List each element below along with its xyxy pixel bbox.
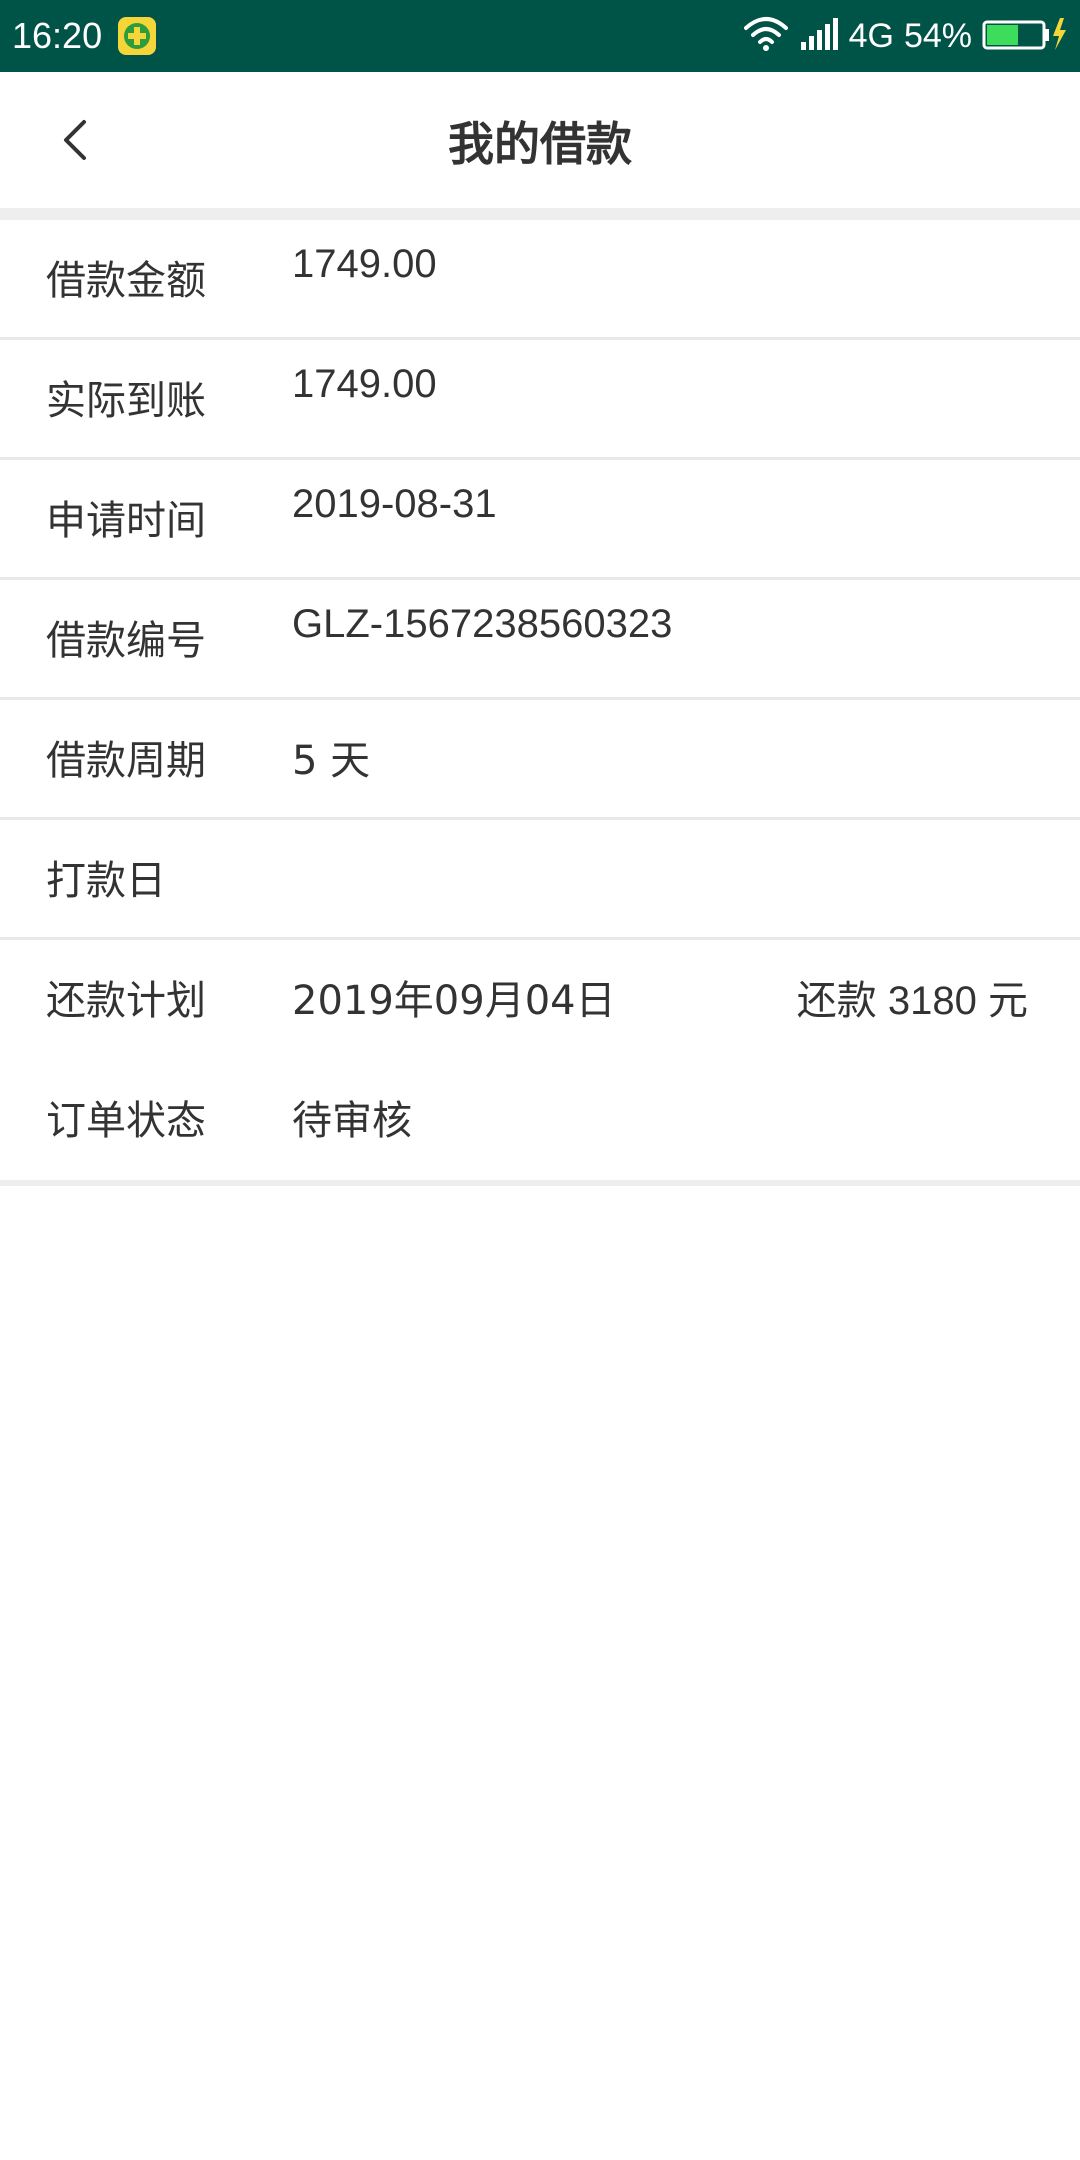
header-divider [0, 208, 1080, 220]
row-value: 1749.00 [292, 362, 437, 406]
row-label: 借款周期 [46, 738, 206, 784]
detail-row-repayment-plan: 还款计划 2019年09月04日 还款 3180 元 [0, 940, 1080, 1060]
status-indicators: 4G 54% [743, 16, 1068, 56]
status-badge: 待审核 [292, 1098, 412, 1144]
detail-row-order-status: 订单状态 待审核 [0, 1060, 1080, 1180]
detail-row-loan-number: 借款编号 GLZ-1567238560323 [0, 580, 1080, 700]
status-time: 16:20 [12, 15, 103, 56]
status-bar: 16:20 4G 54% [0, 0, 1080, 72]
detail-row-loan-period: 借款周期 5 天 [0, 700, 1080, 820]
row-label: 借款金额 [46, 258, 206, 304]
wifi-icon [743, 16, 789, 56]
app-notification-icon [118, 17, 157, 55]
repayment-amount: 还款 3180 元 [796, 979, 1028, 1023]
signal-icon [799, 16, 839, 56]
loan-detail-list: 借款金额 1749.00 实际到账 1749.00 申请时间 2019-08-3… [0, 220, 1080, 1186]
row-value: GLZ-1567238560323 [292, 602, 673, 646]
row-label: 打款日 [46, 858, 166, 904]
row-value: 1749.00 [292, 242, 437, 286]
detail-row-payment-date: 打款日 [0, 820, 1080, 940]
row-value: 2019-08-31 [292, 482, 497, 526]
row-label: 实际到账 [46, 378, 206, 424]
app-header: 我的借款 [0, 72, 1080, 208]
row-label: 申请时间 [46, 498, 206, 544]
row-label: 还款计划 [46, 978, 206, 1024]
row-label: 订单状态 [46, 1098, 206, 1144]
row-value: 2019年09月04日 [292, 978, 616, 1024]
detail-row-actual-received: 实际到账 1749.00 [0, 340, 1080, 460]
page-title: 我的借款 [448, 117, 632, 171]
battery-charging-icon [982, 16, 1068, 56]
battery-percent: 54% [903, 16, 972, 55]
list-bottom-divider [0, 1180, 1080, 1186]
network-type: 4G [848, 16, 894, 55]
detail-row-apply-time: 申请时间 2019-08-31 [0, 460, 1080, 580]
detail-row-loan-amount: 借款金额 1749.00 [0, 220, 1080, 340]
row-label: 借款编号 [46, 618, 206, 664]
row-value: 5 天 [292, 738, 371, 784]
